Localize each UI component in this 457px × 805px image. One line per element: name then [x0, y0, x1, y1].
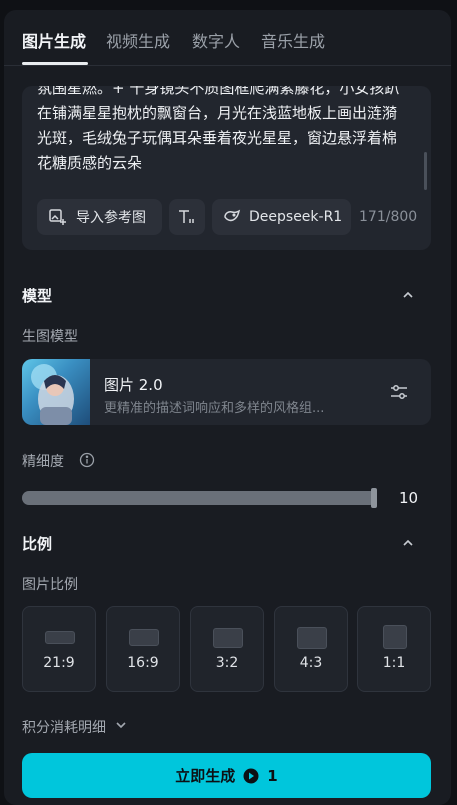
model-card[interactable]: 图片 2.0 更精准的描述词响应和多样的风格组...	[22, 359, 431, 425]
image-model-label: 生图模型	[22, 329, 78, 345]
text-style-icon	[177, 208, 197, 226]
ratio-label: 1:1	[382, 655, 406, 671]
image-ratio-label: 图片比例	[22, 577, 78, 593]
ratio-section-title: 比例	[22, 535, 53, 553]
generation-panel: 图片生成 视频生成 数字人 音乐生成 氛围星燃。+ 十身镜头不质图框爬满紫藤花，…	[4, 10, 451, 805]
tab-image-generation[interactable]: 图片生成	[22, 28, 86, 52]
ratio-option-1-1[interactable]: 1:1	[357, 606, 431, 692]
detail-slider[interactable]	[22, 488, 377, 508]
collapse-ratio-section-icon[interactable]	[401, 535, 415, 549]
detail-slider-handle[interactable]	[371, 488, 377, 508]
ratio-label: 4:3	[299, 655, 323, 671]
ratio-label: 16:9	[127, 655, 159, 671]
ratio-4-3-shape	[297, 627, 327, 649]
model-name: 图片 2.0	[104, 376, 163, 394]
ratio-label: 21:9	[43, 655, 75, 671]
deepseek-icon	[223, 209, 241, 225]
model-section-title: 模型	[22, 287, 53, 305]
ratio-16-9-shape	[129, 629, 159, 646]
ratio-option-4-3[interactable]: 4:3	[274, 606, 348, 692]
cost-details-label: 积分消耗明细	[22, 720, 106, 736]
import-reference-label: 导入参考图	[76, 210, 146, 226]
character-counter: 171/800	[359, 209, 418, 225]
collapse-model-section-icon[interactable]	[401, 287, 415, 301]
tab-bar: 图片生成 视频生成 数字人 音乐生成	[4, 10, 451, 66]
detail-label: 精细度	[22, 454, 64, 470]
model-description: 更精准的描述词响应和多样的风格组...	[104, 401, 325, 416]
chevron-down-icon	[114, 718, 128, 736]
ratio-option-21-9[interactable]: 21:9	[22, 606, 96, 692]
detail-slider-fill	[22, 491, 377, 505]
prompt-box: 氛围星燃。+ 十身镜头不质图框爬满紫藤花，小女孩趴在铺满星星抱枕的飘窗台，月光在…	[22, 86, 431, 250]
cost-details-toggle[interactable]: 积分消耗明细	[22, 717, 128, 737]
ratio-1-1-shape	[383, 625, 407, 649]
text-format-button[interactable]	[169, 199, 205, 235]
generate-label: 立即生成	[175, 767, 236, 785]
llm-select-button[interactable]: Deepseek-R1	[212, 199, 351, 235]
prompt-scrollbar[interactable]	[424, 152, 427, 190]
detail-value: 10	[399, 489, 419, 507]
prompt-text: 氛围星燃。+ 十身镜头不质图框爬满紫藤花，小女孩趴在铺满星星抱枕的飘窗台，月光在…	[37, 86, 400, 172]
generate-cost: 1	[267, 766, 278, 785]
tab-music-generation[interactable]: 音乐生成	[261, 28, 325, 52]
tab-video-generation[interactable]: 视频生成	[106, 28, 170, 52]
prompt-input[interactable]: 氛围星燃。+ 十身镜头不质图框爬满紫藤花，小女孩趴在铺满星星抱枕的飘窗台，月光在…	[37, 86, 409, 188]
info-icon[interactable]	[79, 452, 95, 472]
image-add-icon	[48, 208, 66, 226]
ratio-options: 21:9 16:9 3:2 4:3 1:1	[22, 606, 431, 692]
ratio-3-2-shape	[213, 628, 243, 648]
sliders-icon[interactable]	[389, 382, 409, 402]
llm-label: Deepseek-R1	[249, 209, 343, 225]
generate-button[interactable]: 立即生成 1	[22, 753, 431, 798]
import-reference-button[interactable]: 导入参考图	[37, 199, 162, 235]
active-tab-indicator	[22, 62, 88, 65]
ratio-option-16-9[interactable]: 16:9	[106, 606, 180, 692]
ratio-label: 3:2	[215, 655, 239, 671]
model-thumbnail	[22, 359, 90, 425]
ratio-option-3-2[interactable]: 3:2	[190, 606, 264, 692]
tab-digital-human[interactable]: 数字人	[192, 28, 240, 52]
credit-icon	[243, 768, 259, 784]
ratio-21-9-shape	[45, 631, 75, 644]
